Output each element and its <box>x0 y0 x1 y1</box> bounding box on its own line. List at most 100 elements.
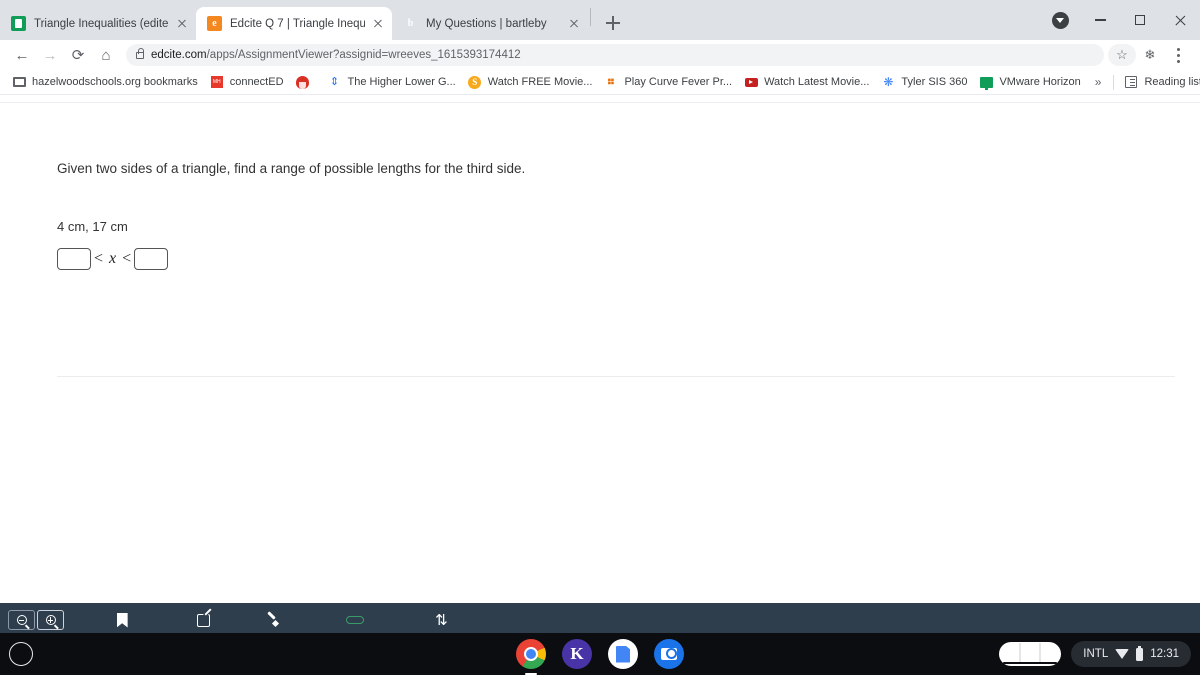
star-icon[interactable]: ☆ <box>1108 41 1136 69</box>
bookmark-item[interactable]: ❖ Play Curve Fever Pr... <box>598 73 738 91</box>
cloud-upload-indicator[interactable] <box>999 642 1062 666</box>
tab-title: Triangle Inequalities (edited) <box>34 17 169 30</box>
browser-tab-2[interactable]: b My Questions | bartleby <box>392 7 588 40</box>
kami-label: K <box>570 644 584 663</box>
minimize-icon[interactable] <box>1080 1 1120 39</box>
bookmark-label: Watch FREE Movie... <box>487 76 593 88</box>
url-host: edcite.com <box>151 49 207 61</box>
mcgraw-hill-icon: MH <box>210 75 224 89</box>
puzzle-piece-icon[interactable]: ❄ <box>1136 41 1164 69</box>
bookmark-item[interactable]: hazelwoodschools.org bookmarks <box>6 73 204 91</box>
reading-list-icon <box>1124 75 1138 89</box>
address-bar[interactable]: edcite.com /apps/AssignmentViewer?assign… <box>126 44 1104 66</box>
highlighter-tool[interactable]: highlighter <box>248 611 299 634</box>
bookmark-label: Watch Latest Movie... <box>764 76 870 88</box>
browser-window: Triangle Inequalities (edited) e Edcite … <box>0 0 1200 633</box>
camera-icon[interactable] <box>654 639 684 669</box>
reading-list-button[interactable]: Reading list <box>1118 73 1200 91</box>
reading-list-label: Reading list <box>1144 76 1200 88</box>
shelf-status-area: INTL 12:31 <box>999 633 1191 675</box>
divider <box>57 376 1175 377</box>
new-tab-button[interactable] <box>599 9 627 37</box>
edcite-tool-bar: zoom bookmark note highlighter line-read… <box>0 603 1200 633</box>
reset-answer-tool[interactable]: ⇅ reset answer <box>411 611 474 634</box>
up-down-arrows-icon: ⇕ <box>329 75 340 88</box>
question-block: Given two sides of a triangle, find a ra… <box>57 160 1175 270</box>
lock-icon <box>136 48 145 59</box>
zoom-out-button[interactable] <box>8 610 35 630</box>
divider <box>0 102 1200 103</box>
page-content: Given two sides of a triangle, find a ra… <box>0 95 1200 633</box>
scribd-s-icon: S <box>468 75 482 89</box>
divider <box>1113 74 1115 90</box>
monitor-icon <box>979 75 993 90</box>
navigation-bar: ← → ⟳ ⌂ edcite.com /apps/AssignmentViewe… <box>0 40 1200 70</box>
note-pencil-icon <box>196 613 210 627</box>
zoom-in-button[interactable] <box>37 610 64 630</box>
question-prompt: Given two sides of a triangle, find a ra… <box>57 161 526 176</box>
bookmark-tool[interactable]: bookmark <box>98 611 146 633</box>
bookmark-item[interactable]: ⇕ The Higher Lower G... <box>322 73 462 91</box>
inequality-expression: < x < <box>94 249 132 267</box>
home-icon[interactable]: ⌂ <box>92 41 120 69</box>
profile-avatar-icon[interactable] <box>1040 1 1080 39</box>
mushroom-icon <box>296 75 310 89</box>
folder-icon <box>12 75 26 89</box>
edcite-e-icon: e <box>207 16 222 31</box>
lower-bound-input[interactable] <box>57 247 91 270</box>
bookmark-item[interactable]: S Watch FREE Movie... <box>462 73 599 91</box>
bookmark-label: hazelwoodschools.org bookmarks <box>32 76 198 88</box>
refresh-icon: ⇅ <box>435 611 448 629</box>
tab-title: Edcite Q 7 | Triangle Inequalities <box>230 17 365 30</box>
three-dot-menu-icon[interactable] <box>1164 41 1192 69</box>
bookmark-item[interactable]: MH connectED <box>204 73 290 91</box>
maximize-icon[interactable] <box>1120 1 1160 39</box>
bookmark-flag-icon <box>116 612 128 628</box>
close-icon[interactable] <box>369 15 386 32</box>
reload-icon[interactable]: ⟳ <box>64 41 92 69</box>
forward-arrow-icon[interactable]: → <box>36 41 64 69</box>
answer-row: < x < <box>57 247 1175 270</box>
kami-k-icon[interactable]: K <box>562 639 592 669</box>
close-icon[interactable] <box>173 15 190 32</box>
note-tool[interactable]: note <box>192 611 214 633</box>
zoom-tool[interactable]: zoom <box>8 610 64 633</box>
bookmark-item[interactable]: Watch Latest Movie... <box>738 73 875 91</box>
candy-icon: ❖ <box>603 73 619 90</box>
back-arrow-icon[interactable]: ← <box>8 41 36 69</box>
line-reader-tool[interactable]: line-reader <box>328 611 381 633</box>
bookmark-label: VMware Horizon <box>999 76 1081 88</box>
clock-label: 12:31 <box>1150 648 1179 660</box>
tv-play-icon <box>744 75 758 89</box>
upper-bound-input[interactable] <box>134 247 169 270</box>
bookmarks-bar: hazelwoodschools.org bookmarks MH connec… <box>0 70 1200 95</box>
bookmark-item[interactable]: ❋ Tyler SIS 360 <box>875 73 973 91</box>
tab-title: My Questions | bartleby <box>426 17 547 30</box>
bartleby-b-icon: b <box>407 17 414 29</box>
status-tray[interactable]: INTL 12:31 <box>1071 641 1191 667</box>
bookmarks-overflow-button[interactable]: » <box>1087 75 1110 89</box>
chrome-icon[interactable] <box>516 639 546 675</box>
bookmark-item[interactable]: VMware Horizon <box>973 73 1086 91</box>
divider <box>590 8 591 26</box>
url-path: /apps/AssignmentViewer?assignid=wreeves_… <box>206 49 521 61</box>
bookmark-label: connectED <box>229 76 284 88</box>
bookmark-item[interactable] <box>290 73 322 91</box>
line-reader-icon <box>345 616 364 624</box>
bookmark-label: Play Curve Fever Pr... <box>624 76 733 88</box>
close-icon[interactable] <box>565 15 582 32</box>
highlighter-pen-icon <box>266 613 280 627</box>
browser-tab-0[interactable]: Triangle Inequalities (edited) <box>0 7 196 40</box>
bookmark-label: The Higher Lower G... <box>347 76 456 88</box>
google-docs-icon[interactable] <box>608 639 638 669</box>
sparkle-star-icon: ❋ <box>883 75 894 89</box>
slides-icon <box>11 16 26 31</box>
tab-strip: Triangle Inequalities (edited) e Edcite … <box>0 0 1200 40</box>
bookmark-label: Tyler SIS 360 <box>901 76 968 88</box>
close-icon[interactable] <box>1160 1 1200 39</box>
question-given-sides: 4 cm, 17 cm <box>57 218 128 234</box>
input-method-label: INTL <box>1083 648 1109 660</box>
chromeos-shelf: K INTL 12:31 <box>0 633 1200 675</box>
page-top-cropped-text <box>40 95 42 101</box>
browser-tab-1[interactable]: e Edcite Q 7 | Triangle Inequalities <box>196 7 392 40</box>
